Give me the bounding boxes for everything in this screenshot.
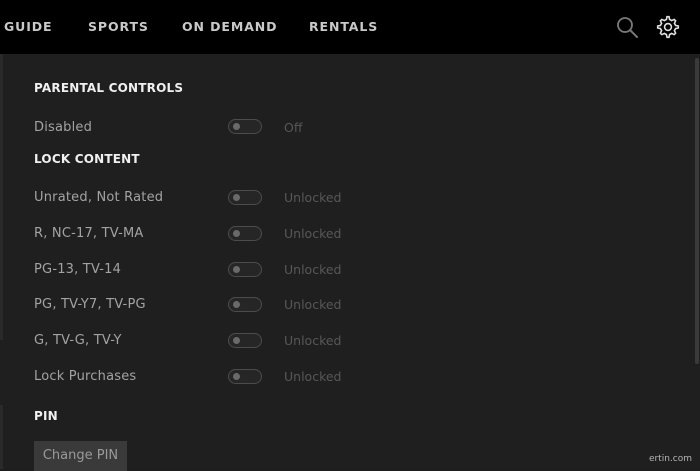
parental-controls-state: Off (284, 120, 302, 135)
lock-row-state: Unlocked (284, 297, 341, 312)
parental-controls-title: PARENTAL CONTROLS (34, 81, 183, 95)
lock-g-toggle[interactable] (228, 333, 262, 348)
lock-unrated-toggle[interactable] (228, 190, 262, 205)
lock-row-state: Unlocked (284, 333, 341, 348)
lock-row-state: Unlocked (284, 369, 341, 384)
toggle-knob (233, 194, 240, 201)
panel-left-edge-lower (0, 405, 3, 469)
lock-row-label: Unrated, Not Rated (34, 190, 163, 205)
lock-r-toggle[interactable] (228, 226, 262, 241)
lock-row-label: PG-13, TV-14 (34, 262, 121, 277)
top-nav-bar: GUIDE SPORTS ON DEMAND RENTALS (0, 0, 700, 54)
toggle-knob (233, 123, 240, 130)
scrollbar[interactable] (695, 58, 699, 364)
lock-purchases-toggle[interactable] (228, 369, 262, 384)
lock-row-label: Lock Purchases (34, 369, 136, 384)
lock-pg13-toggle[interactable] (228, 262, 262, 277)
lock-row-state: Unlocked (284, 226, 341, 241)
lock-row-state: Unlocked (284, 262, 341, 277)
toggle-knob (233, 373, 240, 380)
change-pin-button[interactable]: Change PIN (34, 441, 127, 471)
lock-row-label: G, TV-G, TV-Y (34, 333, 122, 348)
nav-on-demand[interactable]: ON DEMAND (182, 19, 277, 34)
panel-left-edge (0, 54, 3, 340)
lock-row-state: Unlocked (284, 190, 341, 205)
toggle-knob (233, 301, 240, 308)
nav-guide[interactable]: GUIDE (4, 19, 52, 34)
parental-controls-label: Disabled (34, 120, 92, 135)
parental-controls-toggle[interactable] (228, 119, 262, 134)
watermark: ertin.com (649, 454, 692, 464)
toggle-knob (233, 266, 240, 273)
nav-rentals[interactable]: RENTALS (309, 19, 378, 34)
lock-pg-toggle[interactable] (228, 297, 262, 312)
pin-title: PIN (34, 409, 58, 423)
lock-content-title: LOCK CONTENT (34, 152, 140, 166)
lock-row-label: R, NC-17, TV-MA (34, 226, 143, 241)
toggle-knob (233, 230, 240, 237)
nav-sports[interactable]: SPORTS (88, 19, 149, 34)
lock-row-label: PG, TV-Y7, TV-PG (34, 297, 146, 312)
toggle-knob (233, 337, 240, 344)
search-icon[interactable] (614, 14, 640, 40)
gear-icon[interactable] (655, 14, 681, 40)
